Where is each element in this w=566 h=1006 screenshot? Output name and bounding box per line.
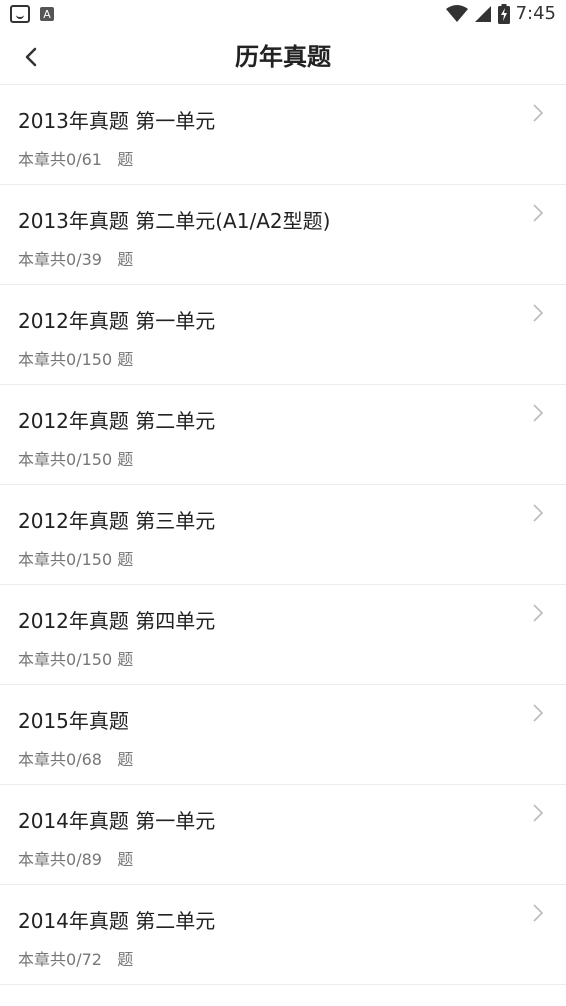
- status-bar: A 7:45: [0, 0, 566, 30]
- item-count: 本章共0/150 题: [18, 546, 133, 570]
- item-title: 2013年真题 第二单元(A1/A2型题): [18, 209, 331, 233]
- count-value: 0/68: [66, 750, 102, 769]
- count-suffix: 题: [117, 950, 134, 969]
- page-title: 历年真题: [235, 43, 331, 71]
- count-value: 0/150: [66, 650, 113, 669]
- count-prefix: 本章共: [18, 950, 67, 969]
- a-badge-icon: A: [40, 7, 54, 21]
- count-suffix: 题: [117, 550, 134, 569]
- chevron-right-icon: [533, 804, 544, 822]
- item-count: 本章共0/72 题: [18, 946, 133, 970]
- chevron-right-icon: [533, 704, 544, 722]
- count-prefix: 本章共: [18, 550, 67, 569]
- item-title: 2015年真题: [18, 709, 129, 733]
- item-title: 2014年真题 第一单元: [18, 809, 216, 833]
- count-value: 0/39: [66, 250, 102, 269]
- item-count: 本章共0/150 题: [18, 346, 133, 370]
- item-title: 2014年真题 第二单元: [18, 909, 216, 933]
- item-title: 2012年真题 第一单元: [18, 309, 216, 333]
- count-value: 0/150: [66, 550, 113, 569]
- signal-icon: [474, 5, 491, 22]
- count-suffix: 题: [117, 650, 134, 669]
- item-count: 本章共0/68 题: [18, 746, 133, 770]
- item-count: 本章共0/89 题: [18, 846, 133, 870]
- exam-list: 2013年真题 第一单元 本章共0/61 题 2013年真题 第二单元(A1/A…: [0, 85, 566, 985]
- chevron-right-icon: [533, 904, 544, 922]
- chevron-right-icon: [533, 604, 544, 622]
- count-suffix: 题: [117, 750, 134, 769]
- count-value: 0/89: [66, 850, 102, 869]
- list-item[interactable]: 2013年真题 第二单元(A1/A2型题) 本章共0/39 题: [0, 185, 566, 285]
- count-prefix: 本章共: [18, 250, 67, 269]
- count-suffix: 题: [117, 250, 134, 269]
- count-value: 0/72: [66, 950, 102, 969]
- count-value: 0/150: [66, 350, 113, 369]
- count-suffix: 题: [117, 150, 134, 169]
- list-item[interactable]: 2014年真题 第一单元 本章共0/89 题: [0, 785, 566, 885]
- chevron-right-icon: [533, 504, 544, 522]
- status-left: A: [10, 5, 54, 23]
- list-item[interactable]: 2014年真题 第二单元 本章共0/72 题: [0, 885, 566, 985]
- count-value: 0/61: [66, 150, 102, 169]
- battery-charging-icon: [497, 3, 510, 24]
- count-suffix: 题: [117, 450, 134, 469]
- chevron-right-icon: [533, 104, 544, 122]
- status-time: 7:45: [515, 3, 556, 24]
- item-count: 本章共0/150 题: [18, 446, 133, 470]
- count-suffix: 题: [117, 850, 134, 869]
- count-prefix: 本章共: [18, 150, 67, 169]
- count-prefix: 本章共: [18, 750, 67, 769]
- count-prefix: 本章共: [18, 350, 67, 369]
- item-count: 本章共0/150 题: [18, 646, 133, 670]
- count-prefix: 本章共: [18, 850, 67, 869]
- list-item[interactable]: 2012年真题 第四单元 本章共0/150 题: [0, 585, 566, 685]
- list-item[interactable]: 2012年真题 第三单元 本章共0/150 题: [0, 485, 566, 585]
- count-prefix: 本章共: [18, 450, 67, 469]
- status-right: 7:45: [445, 3, 556, 24]
- chevron-right-icon: [533, 404, 544, 422]
- list-item[interactable]: 2012年真题 第一单元 本章共0/150 题: [0, 285, 566, 385]
- wifi-icon: [445, 4, 468, 22]
- list-item[interactable]: 2015年真题 本章共0/68 题: [0, 685, 566, 785]
- item-title: 2012年真题 第四单元: [18, 609, 216, 633]
- count-suffix: 题: [117, 350, 134, 369]
- chevron-left-icon: [25, 47, 37, 67]
- chevron-right-icon: [533, 304, 544, 322]
- item-title: 2012年真题 第三单元: [18, 509, 216, 533]
- item-title: 2013年真题 第一单元: [18, 109, 216, 133]
- item-count: 本章共0/61 题: [18, 146, 133, 170]
- item-count: 本章共0/39 题: [18, 246, 133, 270]
- notification-app-icon: [10, 5, 30, 23]
- back-button[interactable]: [16, 42, 46, 72]
- app-header: 历年真题: [0, 30, 566, 85]
- list-item[interactable]: 2012年真题 第二单元 本章共0/150 题: [0, 385, 566, 485]
- chevron-right-icon: [533, 204, 544, 222]
- list-item[interactable]: 2013年真题 第一单元 本章共0/61 题: [0, 85, 566, 185]
- count-prefix: 本章共: [18, 650, 67, 669]
- item-title: 2012年真题 第二单元: [18, 409, 216, 433]
- count-value: 0/150: [66, 450, 113, 469]
